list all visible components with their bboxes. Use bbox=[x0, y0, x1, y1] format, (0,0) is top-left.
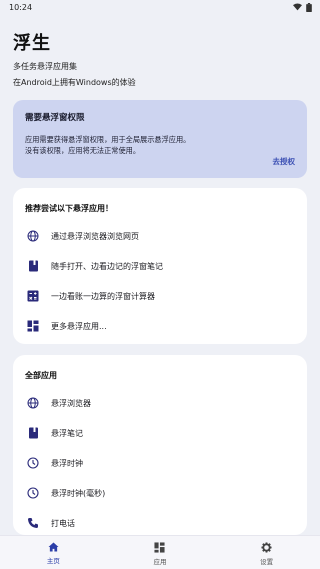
notebook-icon bbox=[26, 259, 40, 273]
wifi-icon bbox=[293, 3, 302, 11]
phone-icon bbox=[26, 516, 40, 530]
app-item-browser[interactable]: 悬浮浏览器 bbox=[13, 388, 307, 418]
apps-grid-icon bbox=[154, 542, 166, 553]
recommend-item-more[interactable]: 更多悬浮应用... bbox=[13, 311, 307, 341]
recommend-item-label: 更多悬浮应用... bbox=[51, 321, 107, 331]
recommend-item-label: 随手打开、边看边记的浮窗笔记 bbox=[51, 261, 163, 271]
status-time: 10:24 bbox=[9, 2, 33, 12]
recommend-heading: 推荐尝试以下悬浮应用！ bbox=[25, 204, 113, 213]
clock-icon bbox=[26, 456, 40, 470]
header: 浮生 多任务悬浮应用集 在Android上拥有Windows的体验 bbox=[0, 14, 320, 88]
permission-text-line2: 没有该权限，应用将无法正常使用。 bbox=[25, 146, 141, 155]
status-bar: 10:24 bbox=[0, 0, 320, 14]
nav-label-apps: 应用 bbox=[153, 558, 167, 566]
recommend-item-calculator[interactable]: 一边看账一边算的浮窗计算器 bbox=[13, 281, 307, 311]
app-item-label: 悬浮时钟(毫秒) bbox=[51, 488, 106, 498]
home-icon bbox=[48, 542, 59, 552]
app-item-phone[interactable]: 打电话 bbox=[13, 508, 307, 538]
globe-icon bbox=[26, 396, 40, 410]
bottom-nav: 主页 应用 设置 bbox=[0, 535, 320, 569]
app-item-clock-ms[interactable]: 悬浮时钟(毫秒) bbox=[13, 478, 307, 508]
battery-icon bbox=[306, 2, 312, 12]
recommend-item-label: 一边看账一边算的浮窗计算器 bbox=[51, 291, 155, 301]
nav-item-settings[interactable]: 设置 bbox=[227, 536, 307, 569]
app-description: 在Android上拥有Windows的体验 bbox=[13, 78, 136, 87]
app-item-notes[interactable]: 悬浮笔记 bbox=[13, 418, 307, 448]
gear-icon bbox=[261, 542, 272, 553]
nav-item-home[interactable]: 主页 bbox=[13, 536, 93, 569]
recommend-item-browser[interactable]: 通过悬浮浏览器浏览网页 bbox=[13, 221, 307, 251]
globe-icon bbox=[26, 229, 40, 243]
app-item-label: 悬浮浏览器 bbox=[51, 398, 91, 408]
app-item-label: 打电话 bbox=[51, 518, 75, 528]
app-item-clock[interactable]: 悬浮时钟 bbox=[13, 448, 307, 478]
permission-card: 需要悬浮窗权限 应用需要获得悬浮窗权限，用于全局展示悬浮应用。 没有该权限，应用… bbox=[13, 100, 307, 178]
nav-label-home: 主页 bbox=[46, 557, 60, 565]
recommend-item-label: 通过悬浮浏览器浏览网页 bbox=[51, 231, 139, 241]
app-subtitle: 多任务悬浮应用集 bbox=[13, 62, 77, 71]
app-item-label: 悬浮笔记 bbox=[51, 428, 83, 438]
recommend-item-notes[interactable]: 随手打开、边看边记的浮窗笔记 bbox=[13, 251, 307, 281]
all-apps-heading: 全部应用 bbox=[25, 371, 57, 380]
permission-title: 需要悬浮窗权限 bbox=[25, 113, 85, 123]
grant-permission-button[interactable]: 去授权 bbox=[273, 156, 296, 167]
notebook-icon bbox=[26, 426, 40, 440]
permission-text: 应用需要获得悬浮窗权限，用于全局展示悬浮应用。 没有该权限，应用将无法正常使用。 bbox=[25, 134, 295, 156]
clock-icon bbox=[26, 486, 40, 500]
apps-grid-icon bbox=[26, 319, 40, 333]
all-apps-card: 全部应用 悬浮浏览器 悬浮笔记 悬浮时钟 悬浮时钟(毫秒) 打电话 bbox=[13, 355, 307, 535]
app-item-label: 悬浮时钟 bbox=[51, 458, 83, 468]
recommend-card: 推荐尝试以下悬浮应用！ 通过悬浮浏览器浏览网页 随手打开、边看边记的浮窗笔记 一… bbox=[13, 188, 307, 344]
nav-item-apps[interactable]: 应用 bbox=[120, 536, 200, 569]
nav-label-settings: 设置 bbox=[260, 558, 274, 566]
app-title: 浮生 bbox=[13, 33, 51, 54]
permission-text-line1: 应用需要获得悬浮窗权限，用于全局展示悬浮应用。 bbox=[25, 135, 191, 144]
calculator-icon bbox=[26, 289, 40, 303]
status-icons bbox=[293, 2, 312, 12]
